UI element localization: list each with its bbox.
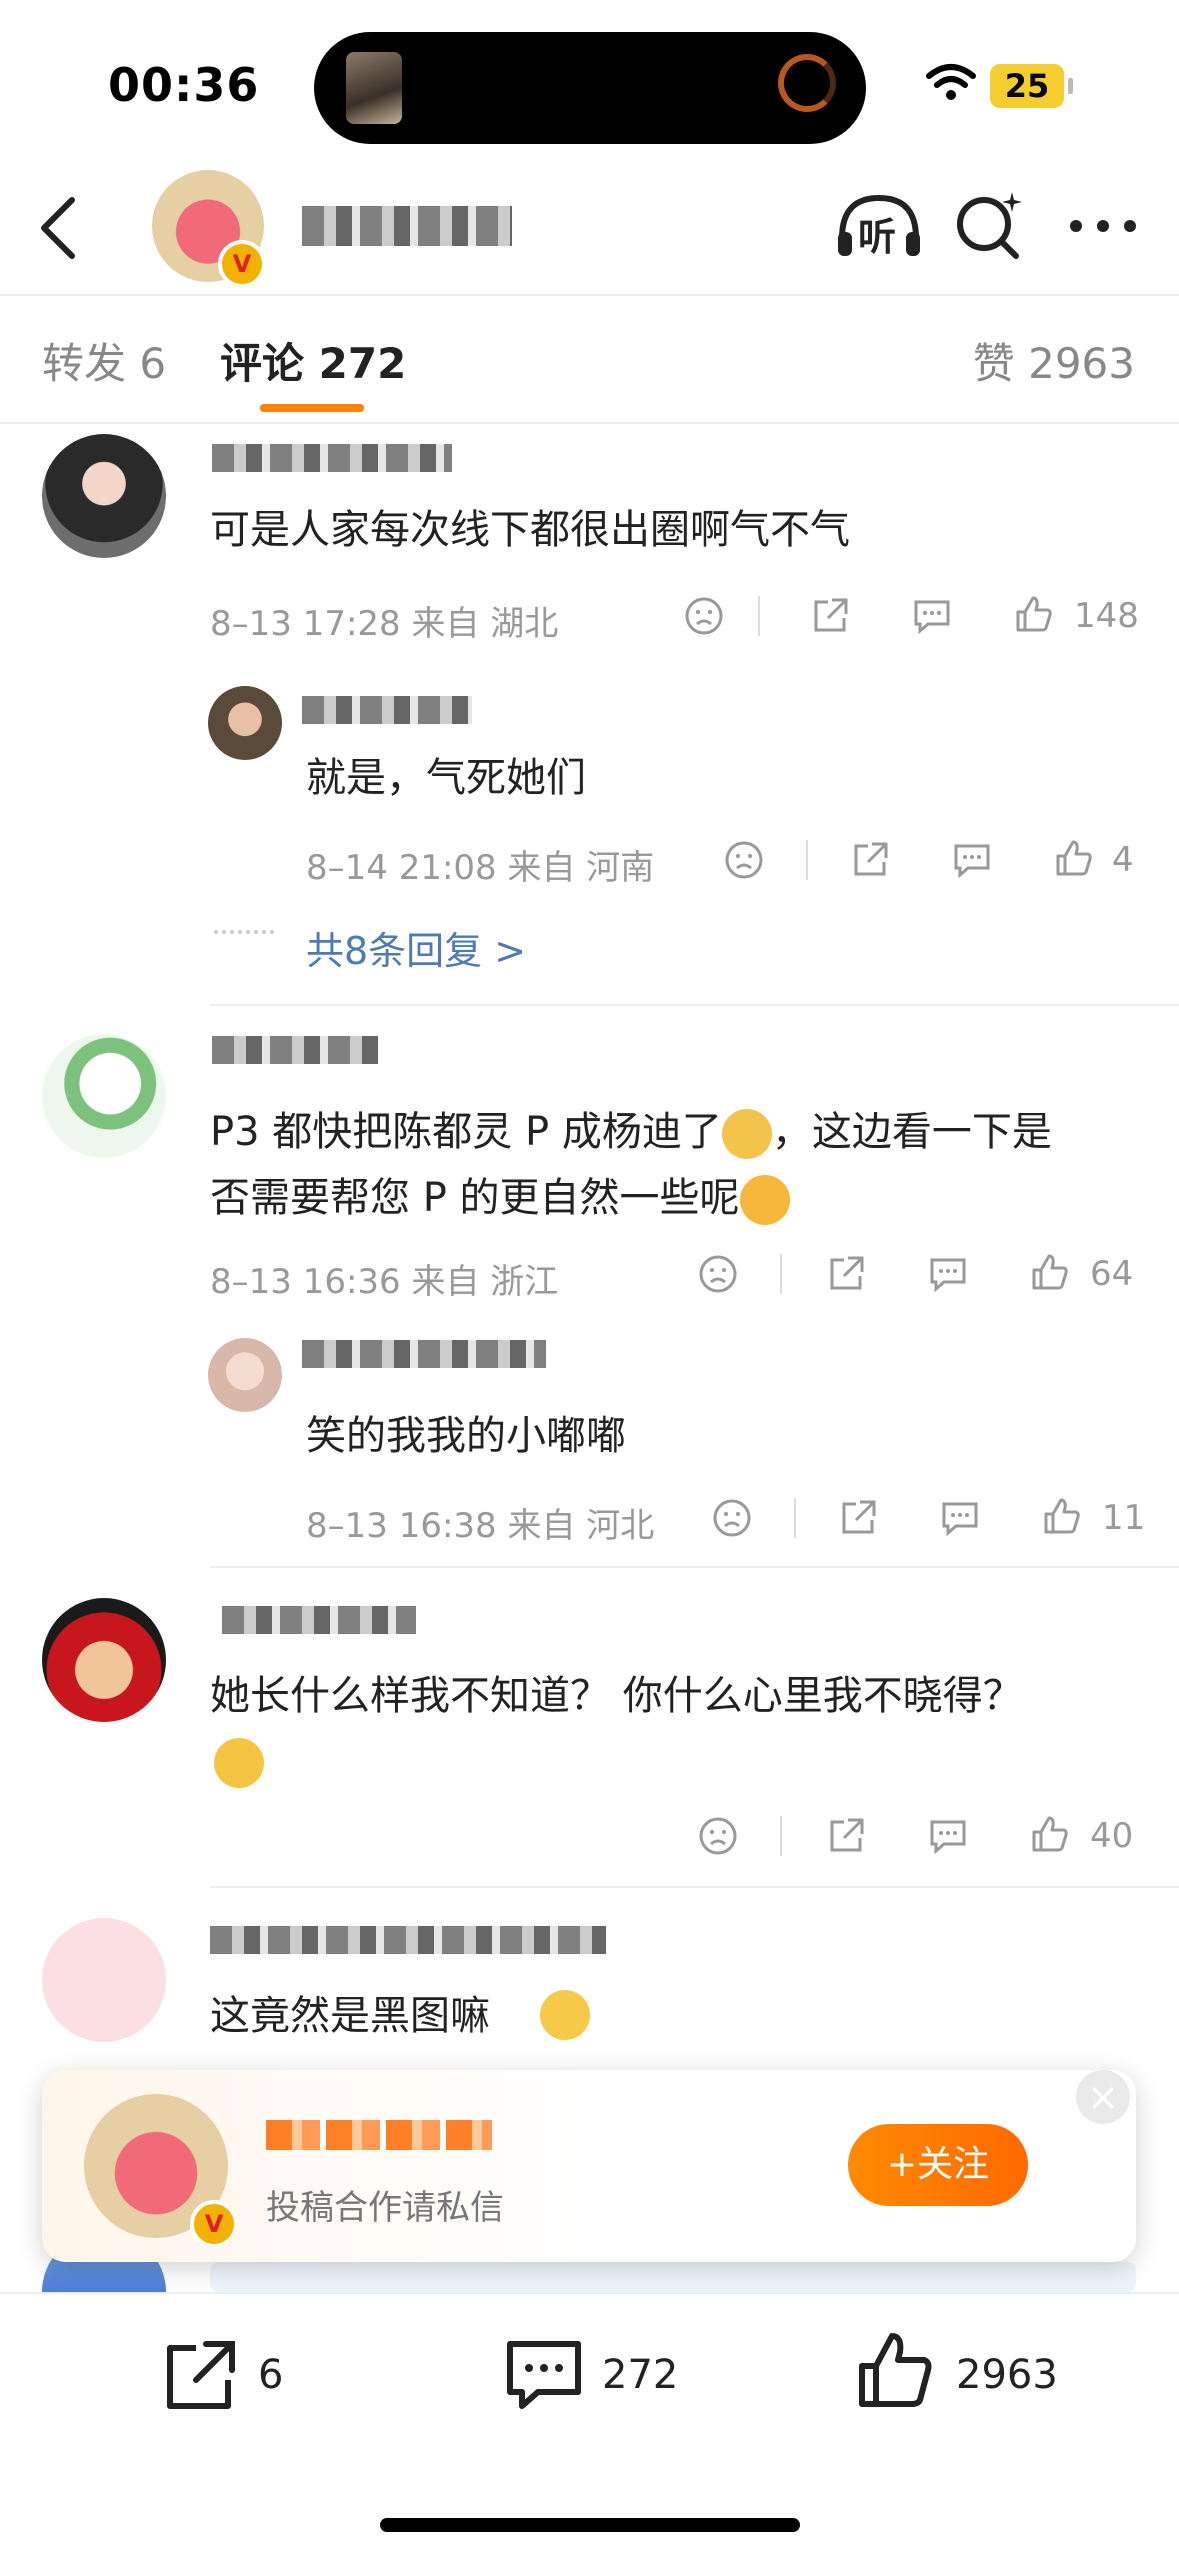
action-divider bbox=[780, 1254, 782, 1294]
comment-text: 这竟然是黑图嘛 bbox=[210, 1993, 490, 2039]
comment-avatar[interactable] bbox=[42, 1918, 166, 2042]
comment-icon[interactable] bbox=[504, 2336, 584, 2416]
action-divider bbox=[806, 840, 808, 880]
laughing-emoji-icon bbox=[739, 1175, 790, 1225]
now-playing-thumbnail[interactable] bbox=[346, 52, 402, 124]
like-count-total[interactable]: 2963 bbox=[956, 2352, 1058, 2398]
reply-icon[interactable] bbox=[912, 596, 952, 636]
reply-icon[interactable] bbox=[928, 1816, 968, 1856]
like-thumb-icon[interactable] bbox=[1030, 1814, 1070, 1854]
view-more-replies-link[interactable]: 共8条回复 > bbox=[306, 920, 526, 975]
comment-count[interactable]: 272 bbox=[602, 2352, 678, 2398]
reply-username-blurred[interactable] bbox=[302, 696, 472, 724]
comment-text-segment: P3 都快把陈都灵 P 成杨迪了 bbox=[210, 1109, 722, 1155]
comment-meta: 8–13 16:36 来自 浙江 bbox=[210, 1262, 559, 1302]
comment-text: 她长什么样我不知道？ 你什么心里我不晓得？ bbox=[210, 1673, 1023, 1719]
comment-avatar[interactable] bbox=[42, 1598, 166, 1722]
dislike-face-icon[interactable] bbox=[698, 1254, 738, 1294]
tab-like[interactable]: 赞 2963 bbox=[973, 330, 1135, 391]
like-thumb-icon[interactable] bbox=[1042, 1496, 1082, 1536]
reply-icon[interactable] bbox=[952, 840, 992, 880]
share-icon[interactable] bbox=[810, 596, 850, 636]
dislike-face-icon[interactable] bbox=[684, 596, 724, 636]
like-count: 11 bbox=[1102, 1498, 1146, 1538]
comment-separator bbox=[210, 1004, 1179, 1006]
comment-avatar[interactable] bbox=[42, 1034, 166, 1158]
listen-label: 听 bbox=[858, 215, 897, 259]
comment-username-blurred[interactable] bbox=[210, 1926, 606, 1954]
dislike-face-icon[interactable] bbox=[698, 1816, 738, 1856]
like-count: 64 bbox=[1090, 1254, 1134, 1294]
listen-button[interactable]: 听 bbox=[834, 192, 924, 262]
header-divider bbox=[0, 294, 1179, 296]
popup-close-button[interactable]: × bbox=[1076, 2070, 1130, 2124]
verified-badge-icon: V bbox=[190, 2200, 238, 2248]
comment-meta: 8–13 17:28 来自 湖北 bbox=[210, 604, 559, 644]
home-indicator[interactable] bbox=[380, 2518, 800, 2532]
repost-icon[interactable] bbox=[160, 2336, 240, 2416]
comment-username-blurred[interactable] bbox=[212, 444, 452, 472]
reply-icon[interactable] bbox=[940, 1498, 980, 1538]
dislike-face-icon[interactable] bbox=[712, 1498, 752, 1538]
like-thumb-icon[interactable] bbox=[1014, 594, 1054, 634]
comment-separator bbox=[210, 1886, 1179, 1888]
comment-text-segment: ，这边看一下是 bbox=[771, 1109, 1052, 1155]
action-divider bbox=[780, 1816, 782, 1856]
wifi-icon bbox=[926, 64, 976, 100]
tongue-emoji-icon bbox=[540, 1990, 590, 2040]
reply-avatar[interactable] bbox=[208, 686, 282, 760]
tab-divider bbox=[0, 422, 1179, 424]
comment-avatar[interactable] bbox=[42, 434, 166, 558]
battery-cap bbox=[1068, 78, 1073, 94]
tab-active-indicator bbox=[260, 404, 364, 412]
image-preview-partial[interactable] bbox=[210, 2262, 1136, 2292]
search-icon[interactable] bbox=[954, 190, 1024, 260]
dislike-face-icon[interactable] bbox=[724, 840, 764, 880]
popup-subtitle: 投稿合作请私信 bbox=[266, 2188, 504, 2228]
like-thumb-icon[interactable] bbox=[1054, 838, 1094, 878]
comment-text-line1: P3 都快把陈都灵 P 成杨迪了 ，这边看一下是 bbox=[210, 1100, 1052, 1164]
action-divider bbox=[758, 596, 760, 636]
comment-separator bbox=[210, 1566, 1179, 1568]
like-count: 4 bbox=[1112, 840, 1134, 880]
share-icon[interactable] bbox=[826, 1254, 866, 1294]
reply-meta: 8–14 21:08 来自 河南 bbox=[306, 848, 655, 888]
reply-meta: 8–13 16:38 来自 河北 bbox=[306, 1506, 655, 1546]
comment-username-blurred[interactable] bbox=[212, 1036, 378, 1064]
reply-username-blurred[interactable] bbox=[302, 1340, 546, 1368]
like-count: 40 bbox=[1090, 1816, 1134, 1856]
verified-badge-icon: V bbox=[218, 240, 266, 288]
share-icon[interactable] bbox=[826, 1816, 866, 1856]
tab-repost[interactable]: 转发 6 bbox=[42, 330, 166, 391]
action-divider bbox=[794, 1498, 796, 1538]
back-arrow-icon[interactable] bbox=[34, 196, 82, 260]
reply-icon[interactable] bbox=[928, 1254, 968, 1294]
doge-emoji-icon bbox=[721, 1109, 772, 1159]
status-time: 00:36 bbox=[108, 58, 260, 112]
more-options-icon[interactable] bbox=[1068, 216, 1138, 236]
comment-username-blurred[interactable] bbox=[222, 1606, 416, 1634]
like-icon[interactable] bbox=[856, 2330, 936, 2410]
share-icon[interactable] bbox=[838, 1498, 878, 1538]
like-count: 148 bbox=[1074, 596, 1139, 636]
battery-level: 25 bbox=[990, 64, 1064, 108]
follow-button[interactable]: +关注 bbox=[848, 2124, 1028, 2206]
share-icon[interactable] bbox=[850, 840, 890, 880]
reply-text: 笑的我我的小嘟嘟 bbox=[306, 1413, 626, 1459]
reply-avatar[interactable] bbox=[208, 1338, 282, 1412]
header-username-blurred[interactable] bbox=[302, 206, 512, 246]
dotted-connector bbox=[214, 930, 274, 938]
smirk-emoji-icon bbox=[214, 1738, 264, 1788]
reply-text: 就是，气死她们 bbox=[306, 755, 586, 801]
timer-ring-icon bbox=[778, 54, 836, 112]
repost-count[interactable]: 6 bbox=[258, 2352, 283, 2398]
popup-username-blurred[interactable] bbox=[266, 2120, 492, 2150]
tab-comment[interactable]: 评论 272 bbox=[220, 330, 406, 391]
comment-text-segment: 否需要帮您 P 的更自然一些呢 bbox=[210, 1175, 740, 1221]
comment-text-line2: 否需要帮您 P 的更自然一些呢 bbox=[210, 1166, 790, 1230]
like-thumb-icon[interactable] bbox=[1030, 1252, 1070, 1292]
comment-text: 可是人家每次线下都很出圈啊气不气 bbox=[210, 507, 850, 553]
